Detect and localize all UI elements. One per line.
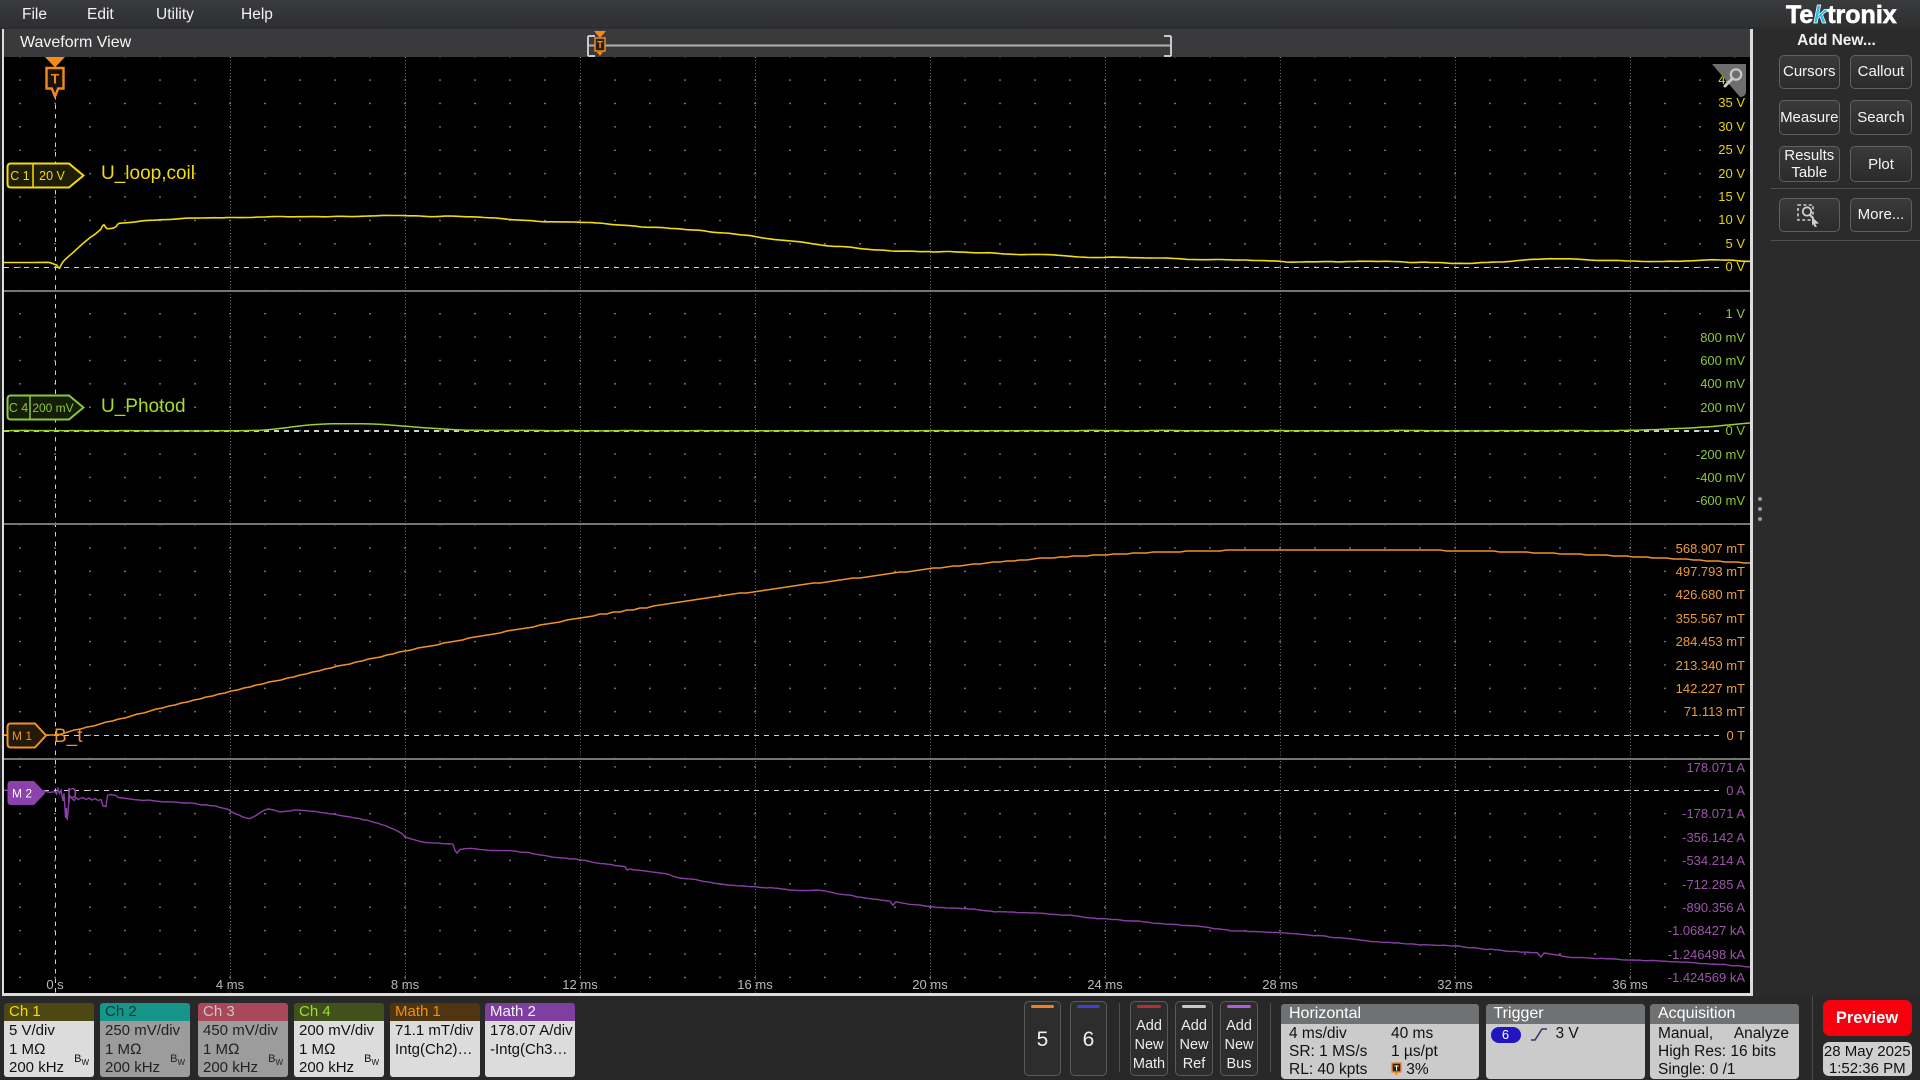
svg-text:T: T xyxy=(1394,1063,1399,1072)
svg-text:T: T xyxy=(597,40,603,51)
svg-text:M 2: M 2 xyxy=(12,787,32,801)
svg-text:C 1: C 1 xyxy=(10,169,30,183)
svg-text:M 1: M 1 xyxy=(12,729,32,743)
svg-text:200 mV: 200 mV xyxy=(32,401,73,415)
svg-text:T: T xyxy=(51,72,60,87)
svg-text:20 V: 20 V xyxy=(39,169,65,183)
svg-text:C 4: C 4 xyxy=(9,401,29,415)
